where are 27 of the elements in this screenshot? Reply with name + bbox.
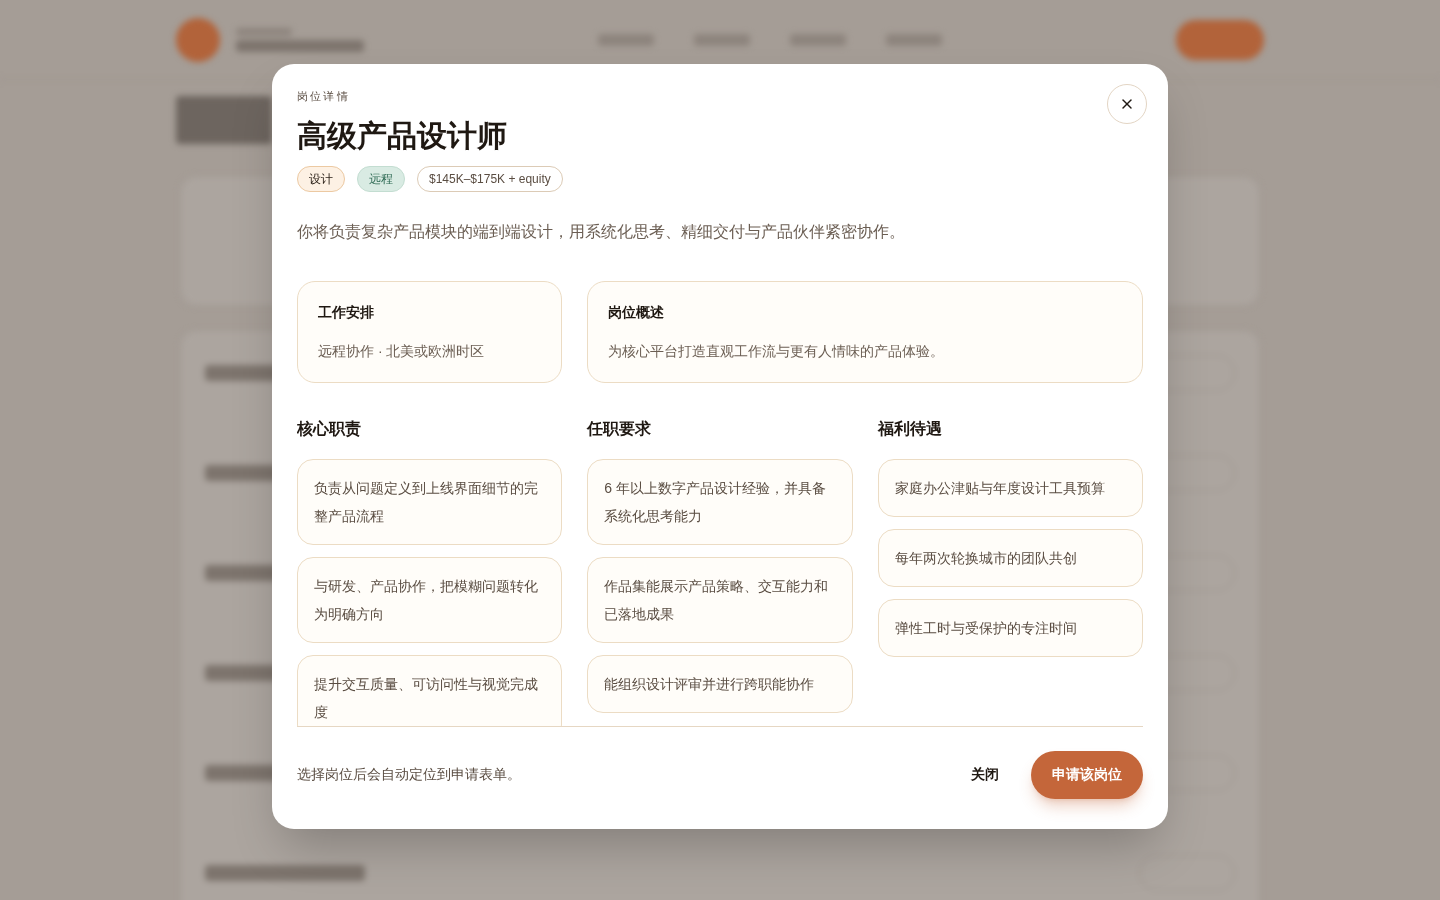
list-item-card: 作品集能展示产品策略、交互能力和已落地成果 bbox=[587, 557, 853, 643]
close-icon bbox=[1119, 96, 1135, 112]
job-tag: 远程 bbox=[357, 166, 405, 192]
job-tag: 设计 bbox=[297, 166, 345, 192]
list-item-card: 每年两次轮换城市的团队共创 bbox=[877, 529, 1143, 587]
job-tag: $145K–$175K + equity bbox=[417, 166, 563, 192]
job-summary: 你将负责复杂产品模块的端到端设计，用系统化思考、精细交付与产品伙伴紧密协作。 bbox=[297, 222, 906, 242]
info-card-text: 为核心平台打造直观工作流与更有人情味的产品体验。 bbox=[608, 342, 946, 361]
info-card-text: 远程协作 · 北美或欧洲时区 bbox=[318, 342, 486, 361]
info-card-heading: 岗位概述 bbox=[608, 303, 666, 322]
list-item-card: 家庭办公津贴与年度设计工具预算 bbox=[877, 459, 1143, 517]
section-heading: 任职要求 bbox=[587, 419, 653, 439]
list-item-card: 负责从问题定义到上线界面细节的完整产品流程 bbox=[297, 459, 563, 545]
list-item-card: 弹性工时与受保护的专注时间 bbox=[877, 599, 1143, 657]
section-heading: 福利待遇 bbox=[877, 419, 943, 439]
list-item-card: 提升交互质量、可访问性与视觉完成度 bbox=[297, 655, 563, 726]
dialog-eyebrow: 岗位详情 bbox=[297, 89, 351, 104]
list-item-card: 6 年以上数字产品设计经验，并具备系统化思考能力 bbox=[587, 459, 853, 545]
apply-button[interactable]: 申请该岗位 bbox=[1031, 750, 1143, 799]
close-button[interactable] bbox=[1107, 84, 1147, 124]
info-card-heading: 工作安排 bbox=[318, 303, 375, 322]
section-heading: 核心职责 bbox=[297, 419, 362, 440]
close-text-button[interactable]: 关闭 bbox=[971, 764, 999, 785]
job-title: 高级产品设计师 bbox=[297, 117, 507, 154]
list-item-card: 与研发、产品协作，把模糊问题转化为明确方向 bbox=[297, 557, 563, 643]
list-item-card: 能组织设计评审并进行跨职能协作 bbox=[587, 655, 853, 713]
footer-note: 选择岗位后会自动定位到申请表单。 bbox=[297, 765, 521, 784]
